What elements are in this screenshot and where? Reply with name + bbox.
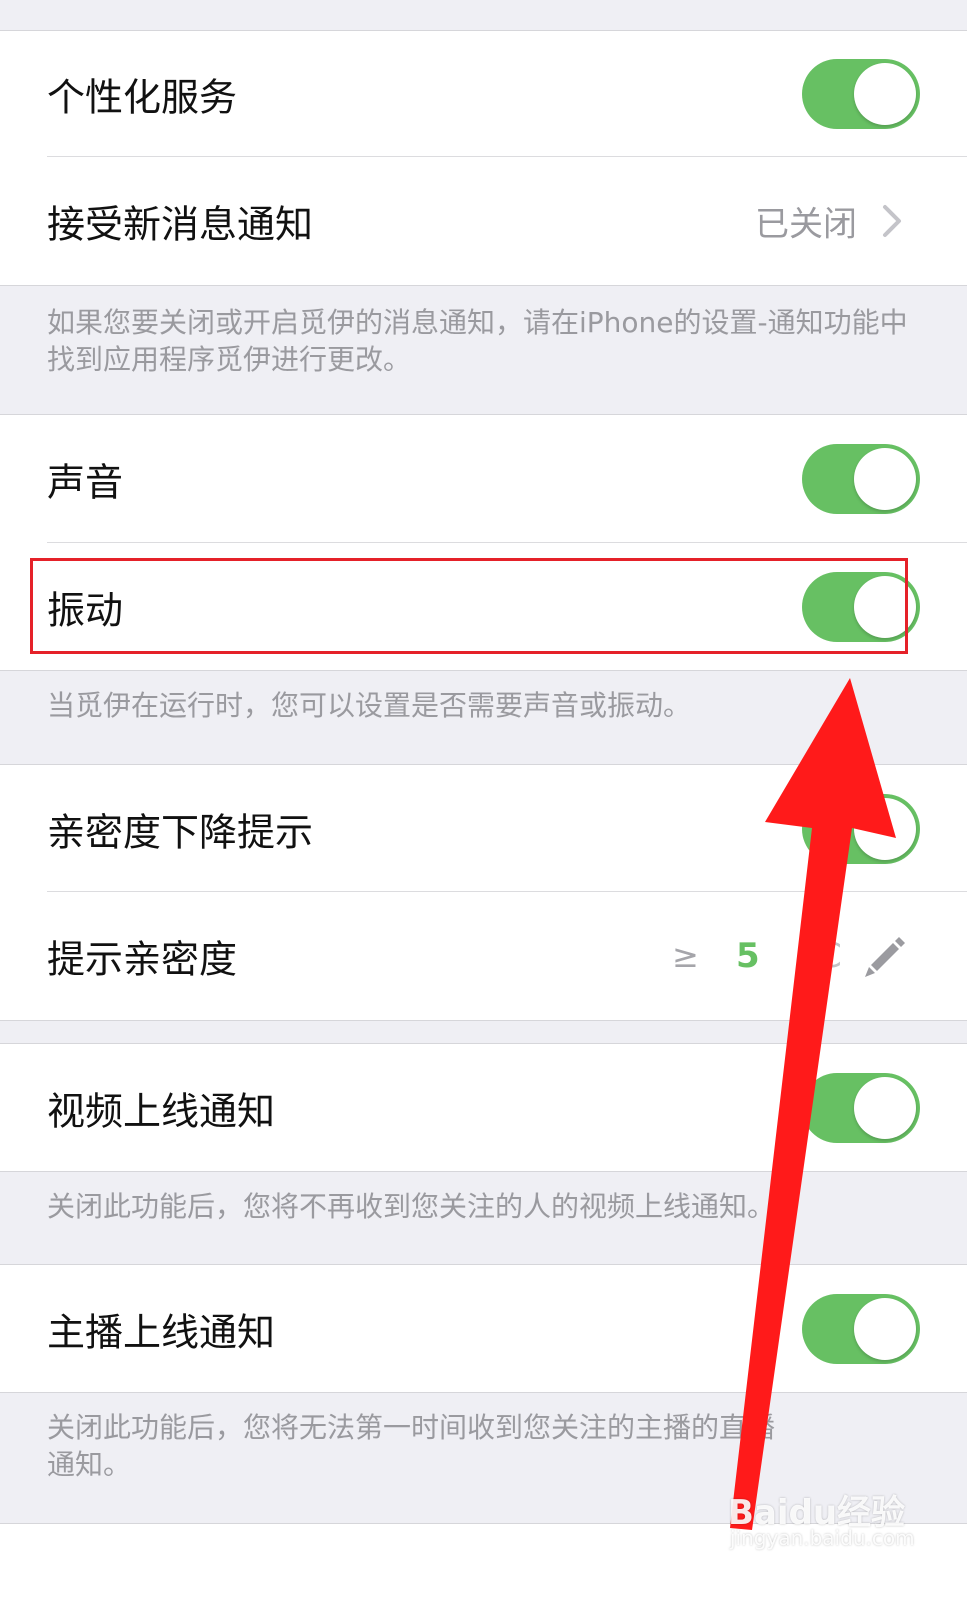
host-online-label: 主播上线通知 xyxy=(47,1310,276,1354)
video-online-label: 视频上线通知 xyxy=(47,1089,276,1133)
vibrate-label: 振动 xyxy=(47,588,124,632)
row-personalized-service: 个性化服务 xyxy=(0,31,967,157)
row-intimacy-threshold: 提示亲密度 ≥ 5 C xyxy=(0,892,967,1020)
intimacy-threshold-value[interactable]: 5 xyxy=(736,936,760,976)
video-online-toggle[interactable] xyxy=(802,1072,920,1143)
row-new-message-notification[interactable]: 接受新消息通知 已关闭 xyxy=(0,157,967,285)
toggle-knob xyxy=(854,1076,916,1139)
partial-glyph: C xyxy=(818,936,842,976)
personalized-service-toggle[interactable] xyxy=(802,59,920,129)
row-sound: 声音 xyxy=(0,415,967,543)
personalized-service-label: 个性化服务 xyxy=(47,75,238,120)
new-message-status: 已关闭 xyxy=(755,204,857,245)
row-vibrate: 振动 xyxy=(0,543,967,670)
row-video-online: 视频上线通知 xyxy=(0,1044,967,1171)
greater-equal-sign: ≥ xyxy=(672,937,699,975)
notify-hint-section: 如果您要关闭或开启觅伊的消息通知，请在iPhone的设置-通知功能中找到应用程序… xyxy=(0,286,967,414)
notify-hint-text: 如果您要关闭或开启觅伊的消息通知，请在iPhone的设置-通知功能中找到应用程序… xyxy=(47,306,908,376)
toggle-knob xyxy=(854,575,916,638)
intimacy-drop-label: 亲密度下降提示 xyxy=(47,810,314,854)
vibrate-toggle[interactable] xyxy=(802,571,920,642)
intimacy-threshold-label: 提示亲密度 xyxy=(47,937,238,982)
sound-label: 声音 xyxy=(47,460,124,505)
row-host-online: 主播上线通知 xyxy=(0,1265,967,1392)
toggle-knob xyxy=(854,448,916,510)
host-online-toggle[interactable] xyxy=(802,1293,920,1364)
row-intimacy-drop: 亲密度下降提示 xyxy=(0,765,967,892)
toggle-knob xyxy=(854,797,916,860)
chevron-right-icon xyxy=(883,205,901,237)
new-message-label: 接受新消息通知 xyxy=(47,202,314,247)
toggle-knob xyxy=(854,1297,916,1360)
host-hint-text: 关闭此功能后，您将无法第一时间收到您关注的主播的直播通知。 xyxy=(47,1411,776,1481)
baidu-watermark-url: jingyan.baidu.com xyxy=(730,1526,915,1550)
toggle-knob xyxy=(854,63,916,125)
pencil-edit-icon[interactable] xyxy=(861,933,907,979)
sound-hint-text: 当觅伊在运行时，您可以设置是否需要声音或振动。 xyxy=(47,689,692,722)
sound-toggle[interactable] xyxy=(802,444,920,514)
video-hint-section: 关闭此功能后，您将不再收到您关注的人的视频上线通知。 xyxy=(0,1172,967,1264)
video-hint-text: 关闭此功能后，您将不再收到您关注的人的视频上线通知。 xyxy=(47,1190,776,1223)
sound-hint-section: 当觅伊在运行时，您可以设置是否需要声音或振动。 xyxy=(0,671,967,764)
intimacy-drop-toggle[interactable] xyxy=(802,793,920,864)
section-separator xyxy=(0,1020,967,1021)
